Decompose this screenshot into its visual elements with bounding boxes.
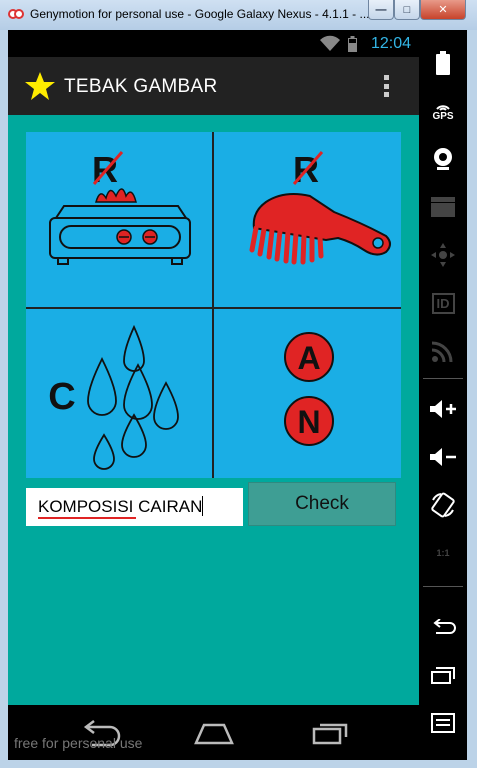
window-frame-right bbox=[467, 30, 477, 768]
action-bar: TEBAK GAMBAR bbox=[8, 57, 419, 115]
window-title: Genymotion for personal use - Google Gal… bbox=[30, 7, 370, 21]
clock: 12:04 bbox=[370, 35, 411, 52]
stove-icon bbox=[49, 188, 191, 265]
puzzle-image: R bbox=[26, 132, 401, 478]
panel-separator bbox=[423, 378, 463, 379]
text-cursor bbox=[202, 496, 204, 516]
rss-widget-icon[interactable] bbox=[419, 334, 467, 368]
screencast-widget-icon[interactable] bbox=[419, 190, 467, 224]
check-button[interactable]: Check bbox=[248, 482, 396, 526]
puzzle-cell-drops: C bbox=[26, 309, 212, 478]
pixel-perfect-icon[interactable]: 1:1 bbox=[419, 536, 467, 570]
comb-icon bbox=[249, 193, 391, 265]
answer-text: KOMPOSISI CAIRAN bbox=[38, 497, 203, 516]
menu-key-icon[interactable] bbox=[419, 706, 467, 740]
gps-label: GPS bbox=[432, 110, 454, 122]
webcam-widget-icon[interactable] bbox=[419, 142, 467, 176]
close-button[interactable]: ✕ bbox=[420, 0, 466, 20]
overflow-menu-icon[interactable] bbox=[382, 75, 390, 97]
main-content: R bbox=[8, 115, 419, 705]
rotate-icon[interactable] bbox=[419, 488, 467, 522]
circle-letter-n: N bbox=[297, 404, 320, 440]
genymotion-side-panel: GPS ID 1:1 bbox=[419, 30, 467, 760]
water-drops-icon bbox=[87, 324, 179, 470]
battery-icon bbox=[348, 36, 357, 52]
status-bar: 12:04 bbox=[8, 30, 419, 57]
genymotion-icon bbox=[8, 9, 24, 19]
back-key-icon[interactable] bbox=[419, 610, 467, 644]
navigation-bar: free for personal use bbox=[8, 705, 419, 760]
recent-key-icon[interactable] bbox=[419, 658, 467, 692]
home-icon[interactable] bbox=[192, 717, 236, 747]
gps-widget-icon[interactable]: GPS bbox=[419, 94, 467, 128]
minimize-button[interactable]: — bbox=[368, 0, 394, 20]
android-screen: 12:04 TEBAK GAMBAR R bbox=[8, 30, 419, 760]
circle-letter-a: A bbox=[297, 340, 320, 376]
recent-apps-icon[interactable] bbox=[308, 717, 352, 747]
wifi-icon bbox=[320, 35, 340, 51]
star-icon bbox=[25, 72, 55, 100]
app-title: TEBAK GAMBAR bbox=[64, 76, 218, 97]
battery-widget-icon[interactable] bbox=[419, 46, 467, 80]
volume-down-icon[interactable] bbox=[419, 440, 467, 474]
watermark-text: free for personal use bbox=[14, 735, 143, 751]
dpad-widget-icon[interactable] bbox=[419, 238, 467, 272]
window-titlebar: Genymotion for personal use - Google Gal… bbox=[0, 0, 477, 30]
device-id-widget-icon[interactable]: ID bbox=[419, 286, 467, 320]
maximize-button[interactable]: □ bbox=[394, 0, 420, 20]
puzzle-cell-letters: A N bbox=[214, 309, 401, 478]
window-frame-left bbox=[0, 30, 8, 768]
spellcheck-underline bbox=[38, 517, 136, 519]
answer-input[interactable]: KOMPOSISI CAIRAN bbox=[26, 488, 243, 526]
drops-letter: C bbox=[48, 376, 75, 418]
id-label: ID bbox=[431, 292, 455, 314]
rotate-ratio-label: 1:1 bbox=[436, 548, 450, 558]
panel-separator bbox=[423, 586, 463, 587]
puzzle-cell-comb: R bbox=[214, 132, 401, 307]
volume-up-icon[interactable] bbox=[419, 392, 467, 426]
puzzle-cell-stove: R bbox=[26, 132, 212, 307]
window-frame-bottom bbox=[0, 760, 477, 768]
